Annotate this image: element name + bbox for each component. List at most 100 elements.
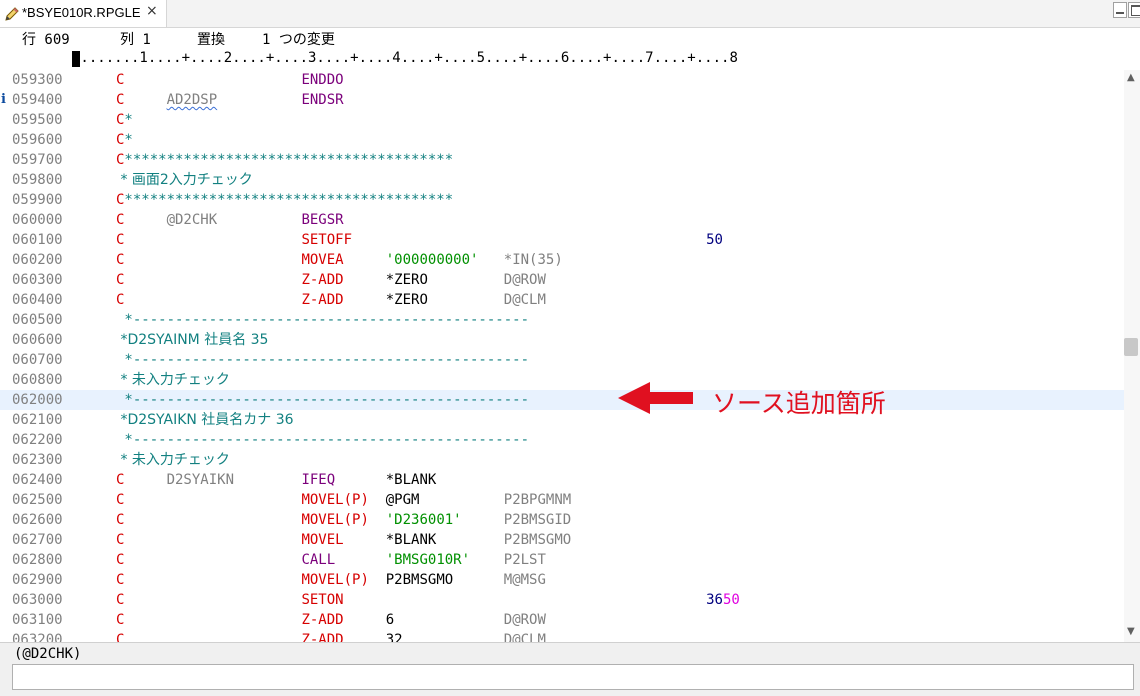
source-token: *	[124, 112, 133, 128]
source-token: BEGSR	[301, 212, 344, 228]
editor-tab[interactable]: *BSYE010R.RPGLE ×	[0, 0, 167, 27]
bottom-panel: (@D2CHK)	[0, 642, 1140, 696]
source-line[interactable]: 062700 C MOVEL *BLANK P2BMSGMO	[0, 530, 1124, 550]
source-token: MOVEL(P)	[301, 492, 369, 508]
source-line[interactable]: 059700 C *********************************…	[0, 150, 1124, 170]
scrollbar-thumb[interactable]	[1124, 338, 1138, 356]
source-line[interactable]: 060200 C MOVEA '000000000' *IN(35)	[0, 250, 1124, 270]
source-line[interactable]: 059300 C ENDDO	[0, 70, 1124, 90]
source-line[interactable]: 059800 * 画面2入力チェック	[0, 170, 1124, 190]
scroll-up-icon[interactable]: ▲	[1127, 72, 1135, 83]
source-token: Z-ADD	[301, 292, 344, 308]
line-number: 062600	[12, 512, 63, 528]
source-line[interactable]: 060000 C @D2CHK BEGSR	[0, 210, 1124, 230]
line-number: 060800	[12, 372, 63, 388]
line-number: 059900	[12, 192, 63, 208]
source-token: 6	[385, 612, 395, 628]
source-token: D@CLM	[503, 292, 546, 308]
message-line: (@D2CHK)	[14, 646, 82, 662]
source-line[interactable]: 059500 C *	[0, 110, 1124, 130]
line-number: 063000	[12, 592, 63, 608]
annotation-label: ソース追加箇所	[712, 389, 886, 418]
vertical-scrollbar[interactable]: ▲ ▼	[1124, 70, 1140, 642]
source-token: C	[116, 232, 125, 248]
line-number: 063100	[12, 612, 63, 628]
line-number: 062900	[12, 572, 63, 588]
line-number: 060100	[12, 232, 63, 248]
source-line[interactable]: 060600 *D2SYAINM 社員名 35	[0, 330, 1124, 350]
line-number: 059700	[12, 152, 63, 168]
column-ruler: ........1....+....2....+....3....+....4.…	[0, 49, 1140, 69]
source-token: C	[116, 572, 125, 588]
source-token: *D2SYAIKN 社員名カナ 36	[116, 412, 294, 428]
info-marker-icon[interactable]: i	[1, 90, 6, 110]
source-token: MOVEL(P)	[301, 512, 369, 528]
maximize-button[interactable]	[1128, 2, 1140, 18]
source-line[interactable]: 059600 C *	[0, 130, 1124, 150]
source-token: *ZERO	[385, 272, 428, 288]
line-number: 062700	[12, 532, 63, 548]
source-line[interactable]: 062200 *--------------------------------…	[0, 430, 1124, 450]
line-number: 060000	[12, 212, 63, 228]
source-line[interactable]: 062500 C MOVEL(P) @PGM P2BPGMNM	[0, 490, 1124, 510]
source-token: C	[116, 492, 125, 508]
source-line[interactable]: 062800 C CALL 'BMSG010R' P2LST	[0, 550, 1124, 570]
source-token: IFEQ	[301, 472, 336, 488]
line-number: 059400	[12, 92, 63, 108]
source-token: SETON	[301, 592, 344, 608]
source-token: MOVEL	[301, 532, 344, 548]
source-token: C	[116, 192, 125, 208]
source-line[interactable]: 060100 C SETOFF 50	[0, 230, 1124, 250]
source-line[interactable]: 060800 * 未入力チェック	[0, 370, 1124, 390]
line-number: 063200	[12, 632, 63, 642]
source-editor[interactable]: 059300 C ENDDO i 059400 C AD2DSP ENDSR 059500 C * 0…	[0, 70, 1124, 642]
source-token: D@CLM	[503, 632, 546, 642]
source-token: *---------------------------------------…	[116, 312, 530, 328]
source-line[interactable]: 060400 C Z-ADD *ZERO D@CLM	[0, 290, 1124, 310]
source-token: *BLANK	[385, 532, 437, 548]
source-line[interactable]: 062900 C MOVEL(P) P2BMSGMO M@MSG	[0, 570, 1124, 590]
source-token: 'D236001'	[385, 512, 462, 528]
scroll-down-icon[interactable]: ▼	[1127, 626, 1135, 637]
source-token: SETOFF	[301, 232, 353, 248]
source-line[interactable]: 060700 *--------------------------------…	[0, 350, 1124, 370]
line-number: 060300	[12, 272, 63, 288]
close-icon[interactable]: ×	[146, 3, 158, 19]
source-token: D2SYAIKN	[166, 472, 235, 488]
source-token: C	[116, 152, 125, 168]
source-line[interactable]: 062100 *D2SYAIKN 社員名カナ 36	[0, 410, 1124, 430]
source-token: *IN(35)	[503, 252, 563, 268]
source-line[interactable]: 062000 *--------------------------------…	[0, 390, 1124, 410]
source-line[interactable]: i 059400 C AD2DSP ENDSR	[0, 90, 1124, 110]
source-token: 32	[385, 632, 403, 642]
tab-title: *BSYE010R.RPGLE	[22, 5, 141, 20]
source-token: D@ROW	[503, 272, 546, 288]
source-token: * 未入力チェック	[116, 452, 230, 468]
source-token: 36	[706, 592, 723, 608]
source-token: ***************************************	[124, 192, 454, 208]
line-number: 062400	[12, 472, 63, 488]
source-line[interactable]: 060500 *--------------------------------…	[0, 310, 1124, 330]
source-token: Z-ADD	[301, 612, 344, 628]
source-token: C	[116, 92, 125, 108]
source-line[interactable]: 062600 C MOVEL(P) 'D236001' P2BMSGID	[0, 510, 1124, 530]
source-line[interactable]: 059900 C *********************************…	[0, 190, 1124, 210]
source-line[interactable]: 063200 C Z-ADD 32 D@CLM	[0, 630, 1124, 642]
source-line[interactable]: 063100 C Z-ADD 6 D@ROW	[0, 610, 1124, 630]
source-line[interactable]: 063000 C SETON 36 50	[0, 590, 1124, 610]
source-line[interactable]: 060300 C Z-ADD *ZERO D@ROW	[0, 270, 1124, 290]
source-line[interactable]: 062300 * 未入力チェック	[0, 450, 1124, 470]
minimize-button[interactable]	[1113, 2, 1127, 18]
source-token: P2LST	[503, 552, 546, 568]
source-token: *	[124, 132, 133, 148]
source-token: *---------------------------------------…	[116, 392, 530, 408]
command-input[interactable]	[12, 664, 1134, 690]
source-token: *---------------------------------------…	[116, 432, 530, 448]
source-line[interactable]: 062400 C D2SYAIKN IFEQ *BLANK	[0, 470, 1124, 490]
line-number: 059800	[12, 172, 63, 188]
source-token: C	[116, 612, 125, 628]
source-token: P2BMSGID	[503, 512, 572, 528]
editor-status-line: 行 609 列 1 置換 1 つの変更	[0, 27, 1140, 49]
source-token: 50	[722, 592, 740, 608]
source-token: *BLANK	[385, 472, 437, 488]
